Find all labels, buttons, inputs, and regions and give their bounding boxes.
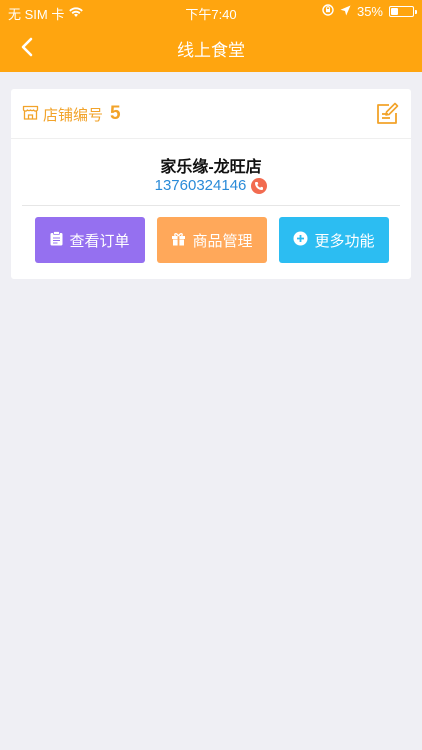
location-arrow-icon (340, 4, 351, 19)
action-buttons: 查看订单 商品管理 更多功能 (35, 217, 389, 263)
orientation-lock-icon (322, 4, 334, 19)
divider (22, 205, 400, 206)
plus-circle-icon (293, 231, 308, 250)
store-id-value: 5 (110, 103, 121, 124)
clipboard-icon (50, 230, 63, 250)
store-card: 店铺编号 5 家乐缘-龙旺店 13760324146 查看订单 商品管理 更多功… (11, 89, 411, 279)
more-features-button[interactable]: 更多功能 (279, 217, 389, 263)
phone-icon[interactable] (251, 177, 268, 194)
gift-icon (171, 231, 186, 250)
battery-icon (389, 6, 417, 17)
manage-goods-button[interactable]: 商品管理 (157, 217, 267, 263)
edit-icon (377, 102, 399, 124)
battery-percent: 35% (356, 4, 383, 19)
store-card-header: 店铺编号 5 (11, 89, 411, 139)
status-bar: 无 SIM 卡 下午7:40 35% (0, 0, 422, 22)
nav-bar: 线上食堂 (0, 22, 422, 72)
store-id: 店铺编号 5 (22, 103, 121, 125)
manage-goods-label: 商品管理 (192, 232, 253, 250)
phone-number[interactable]: 13760324146 (155, 177, 247, 194)
shop-name: 家乐缘-龙旺店 (160, 159, 262, 176)
more-features-label: 更多功能 (314, 232, 375, 250)
status-right: 35% (322, 4, 417, 19)
battery-fill (391, 8, 398, 15)
view-orders-button[interactable]: 查看订单 (35, 217, 145, 263)
store-id-label: 店铺编号 (43, 106, 104, 124)
page-title: 线上食堂 (177, 41, 245, 60)
phone-row: 13760324146 (11, 177, 411, 194)
store-icon (22, 104, 39, 125)
edit-button[interactable] (375, 102, 399, 126)
view-orders-label: 查看订单 (69, 232, 130, 250)
top-bar: 无 SIM 卡 下午7:40 35% 线上食堂 (0, 0, 422, 72)
